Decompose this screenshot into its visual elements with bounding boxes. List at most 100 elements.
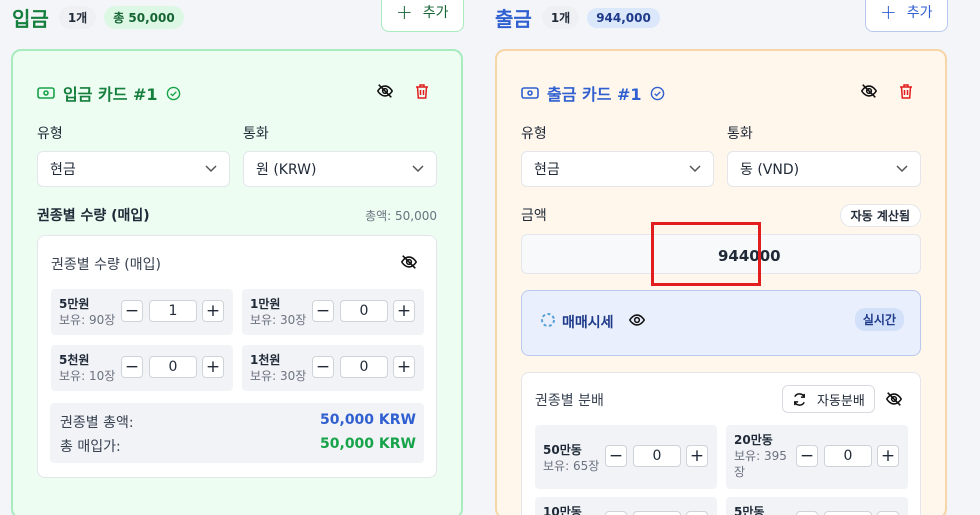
eye-off-icon [860,84,878,98]
decrement-button[interactable]: − [121,300,143,322]
denom-section-total: 총액: 50,000 [365,209,437,223]
denom-name: 5만원 [59,297,90,311]
amount-label: 금액 [521,208,547,224]
eye-off-icon [400,255,418,269]
exchange-rate-box: 매매시세 실시간 [521,290,921,356]
highlight-box [651,222,761,286]
denom-holding: 보유: 30장 [250,313,307,327]
withdraw-card: 출금 카드 #1 유형 통화 현금 동 (VND) 금액 자동 계산됨 9440… [495,49,947,515]
currency-select[interactable]: 원 (KRW) [243,151,437,187]
denom-name: 20만동 [734,433,773,447]
chevron-down-icon [412,165,424,173]
totals-box: 권종별 총액: 50,000 KRW 총 매입가: 50,000 KRW [50,403,424,463]
quantity-input[interactable] [633,511,681,515]
deposit-card: 입금 카드 #1 유형 통화 현금 원 (KRW) 권종별 수량 (매입) 총액… [11,49,463,515]
type-select-value: 현금 [50,162,76,178]
decrement-button[interactable]: − [796,511,818,515]
increment-button[interactable]: + [393,356,415,378]
increment-button[interactable]: + [686,511,708,515]
realtime-badge: 실시간 [854,308,904,331]
chevron-down-icon [205,165,217,173]
loading-spinner-icon [541,313,555,327]
denom-holding: 보유: 30장 [250,369,307,383]
eye-icon [628,314,646,326]
denom-row: 5천원 보유: 10장 − 0 + [51,345,233,391]
denom-holding: 보유: 395 [734,449,787,463]
withdraw-add-button[interactable]: + 추가 [865,0,948,32]
auto-distribute-label: 자동분배 [817,393,865,409]
check-circle-icon [166,86,180,100]
buy-total-label: 총 매입가: [60,439,121,455]
quantity-input[interactable]: 0 [149,356,197,378]
withdraw-card-title: 출금 카드 #1 [521,81,665,105]
cash-icon [37,87,55,99]
increment-button[interactable]: + [202,300,224,322]
decrement-button[interactable]: − [312,356,334,378]
increment-button[interactable]: + [202,356,224,378]
eye-off-icon [376,84,394,98]
quantity-input[interactable]: 0 [340,356,388,378]
withdraw-card-title-text: 출금 카드 #1 [547,85,642,104]
currency-label: 통화 [243,126,269,142]
quantity-input[interactable]: 0 [633,445,681,467]
trash-icon [416,83,428,99]
denom-name: 5천원 [59,353,90,367]
withdraw-add-label: 추가 [906,5,933,21]
decrement-button[interactable]: − [312,300,334,322]
delete-card-button[interactable] [896,81,916,101]
withdraw-title: 출금 [495,7,532,31]
type-label: 유형 [37,126,63,142]
eye-off-icon [885,392,903,406]
quantity-input[interactable]: 0 [824,445,872,467]
chevron-down-icon [896,165,908,173]
increment-button[interactable]: + [393,300,415,322]
exchange-rate-title: 매매시세 [562,315,614,331]
deposit-card-title-text: 입금 카드 #1 [63,85,158,104]
buy-total-value: 50,000 KRW [320,436,416,452]
withdraw-header: 출금 1개 944,000 [495,3,660,32]
increment-button[interactable]: + [877,511,899,515]
denom-name: 50만동 [543,443,582,457]
delete-card-button[interactable] [412,81,432,101]
quantity-input[interactable] [824,511,872,515]
cash-icon [521,87,539,99]
denom-row: 10만동 − + [535,497,717,515]
denom-row: 20만동 보유: 395 장 − 0 + [726,425,908,489]
type-select[interactable]: 현금 [37,151,230,187]
currency-select-value: 동 (VND) [740,162,800,178]
denom-holding: 보유: 10장 [59,369,116,383]
quantity-input[interactable]: 0 [340,300,388,322]
denom-row: 1천원 보유: 30장 − 0 + [242,345,424,391]
denom-row: 1만원 보유: 30장 − 0 + [242,289,424,335]
hide-panel-button[interactable] [884,389,904,409]
denom-name: 10만동 [543,505,582,515]
deposit-header: 입금 1개 총 50,000 [12,3,184,32]
deposit-add-button[interactable]: + 추가 [381,0,464,32]
denom-name: 1천원 [250,353,281,367]
type-label: 유형 [521,126,547,142]
deposit-card-title: 입금 카드 #1 [37,81,181,105]
quantity-input[interactable]: 1 [149,300,197,322]
denom-name: 1만원 [250,297,281,311]
decrement-button[interactable]: − [796,445,818,467]
hide-panel-button[interactable] [399,252,419,272]
deposit-total-badge: 총 50,000 [104,6,184,29]
denom-panel-title: 권종별 수량 (매입) [51,257,161,273]
chevron-down-icon [689,165,701,173]
denom-row: 5만원 보유: 90장 − 1 + [51,289,233,335]
deposit-add-label: 추가 [422,5,449,21]
deposit-count-badge: 1개 [58,6,97,29]
auto-distribute-button[interactable]: 자동분배 [782,385,875,413]
denom-holding-wrap: 장 [734,465,746,479]
check-circle-icon [650,86,664,100]
increment-button[interactable]: + [877,445,899,467]
decrement-button[interactable]: − [605,511,627,515]
hide-card-button[interactable] [859,81,879,101]
decrement-button[interactable]: − [121,356,143,378]
currency-select[interactable]: 동 (VND) [727,151,921,187]
decrement-button[interactable]: − [605,445,627,467]
hide-card-button[interactable] [375,81,395,101]
increment-button[interactable]: + [686,445,708,467]
type-select[interactable]: 현금 [521,151,714,187]
show-rate-button[interactable] [627,310,647,330]
